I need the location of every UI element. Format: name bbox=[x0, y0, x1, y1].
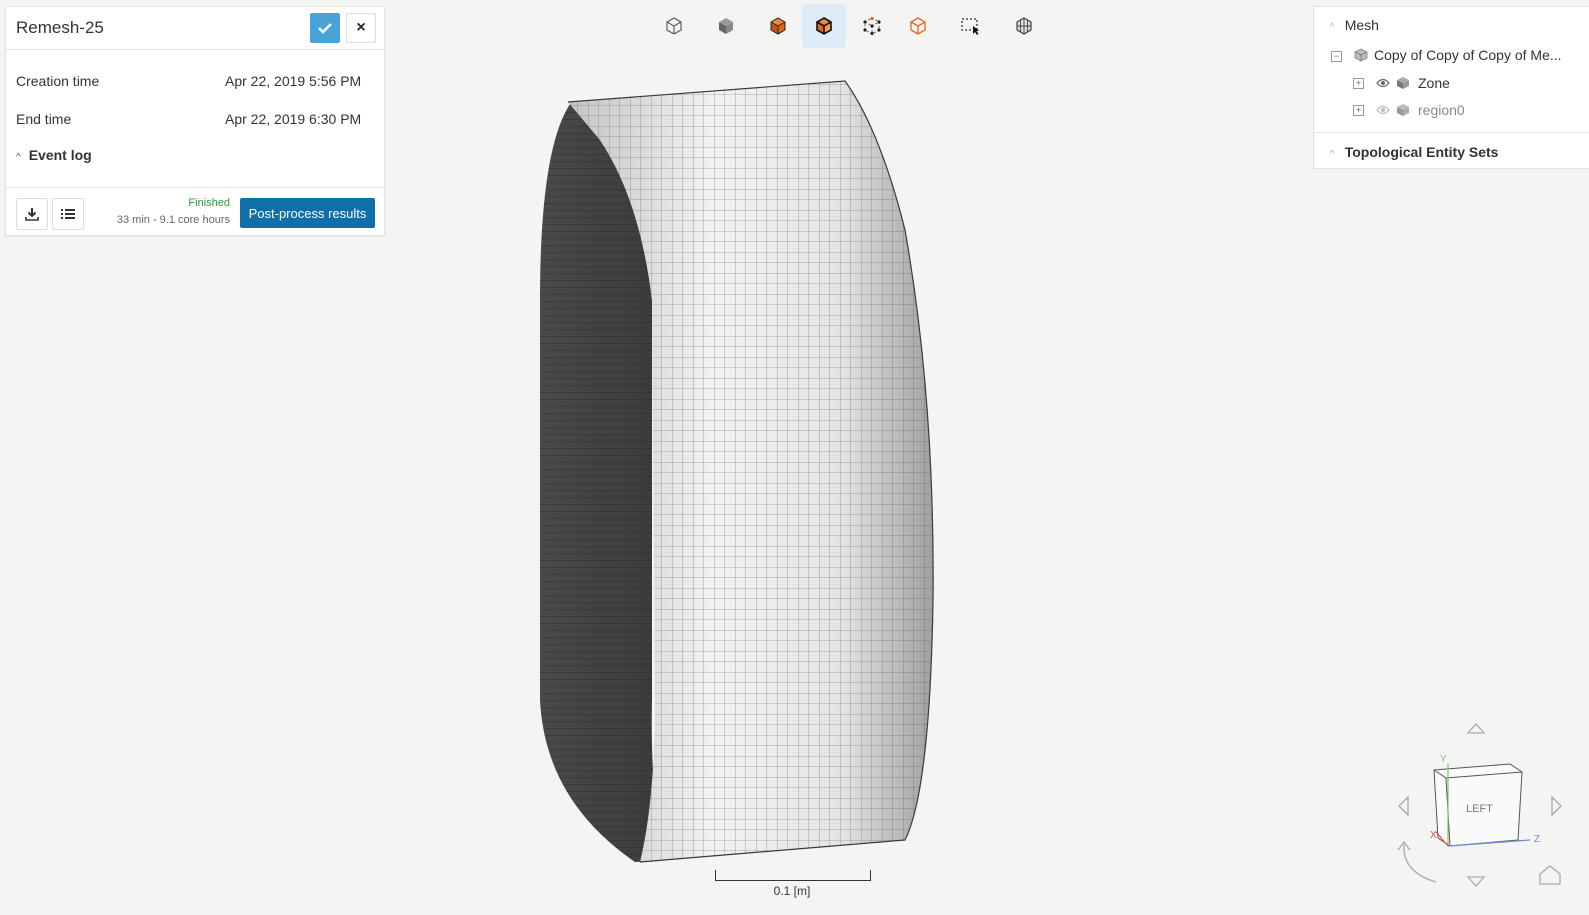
tree-root-item[interactable]: Copy of Copy of Copy of Me... bbox=[1354, 47, 1562, 63]
end-time-value: Apr 22, 2019 6:30 PM bbox=[225, 111, 362, 127]
home-icon bbox=[1539, 865, 1561, 885]
arrow-left-icon bbox=[1398, 795, 1409, 817]
job-header: Remesh-25 × bbox=[6, 7, 384, 50]
creation-time-label: Creation time bbox=[16, 73, 100, 89]
orange-edges-cube-icon bbox=[816, 17, 832, 35]
caret-up-icon: ^ bbox=[1330, 22, 1335, 33]
status-badge: Finished bbox=[188, 197, 230, 209]
event-log-toggle[interactable]: ^ Event log bbox=[16, 147, 92, 163]
caret-up-icon: ^ bbox=[16, 152, 21, 163]
caret-up-icon: ^ bbox=[1330, 149, 1335, 160]
axis-y-label: Y bbox=[1440, 754, 1447, 765]
orange-solid-view-button[interactable] bbox=[756, 4, 800, 48]
vertices-cube-icon bbox=[863, 17, 881, 35]
tree-item-zone[interactable]: Zone bbox=[1376, 75, 1450, 91]
solid-cube-icon bbox=[719, 18, 733, 34]
eye-icon[interactable] bbox=[1376, 77, 1390, 89]
post-process-button[interactable]: Post-process results bbox=[240, 198, 375, 228]
rotate-arrow-icon bbox=[1403, 843, 1437, 883]
mesh-settings-button[interactable] bbox=[1002, 4, 1046, 48]
wireframe-view-button[interactable] bbox=[652, 4, 696, 48]
confirm-button[interactable] bbox=[310, 13, 340, 43]
box-select-icon bbox=[961, 18, 979, 35]
expand-toggle-region0[interactable]: + bbox=[1353, 105, 1364, 116]
end-time-row: End time Apr 22, 2019 6:30 PM bbox=[16, 111, 361, 127]
vertices-view-button[interactable] bbox=[850, 4, 894, 48]
tree-item-label: Zone bbox=[1418, 75, 1450, 91]
box-select-button[interactable] bbox=[948, 4, 992, 48]
close-icon: × bbox=[356, 19, 366, 36]
volume-cube-icon bbox=[1397, 77, 1409, 89]
list-button[interactable] bbox=[52, 198, 84, 230]
collapse-toggle-root[interactable]: − bbox=[1331, 51, 1342, 62]
orange-solid-cube-icon bbox=[770, 17, 786, 35]
status-detail: 33 min - 9.1 core hours bbox=[116, 214, 230, 226]
end-time-label: End time bbox=[16, 111, 72, 127]
download-icon bbox=[25, 208, 39, 221]
wireframe-cube-icon bbox=[666, 17, 682, 35]
outline-view-button[interactable] bbox=[896, 4, 940, 48]
tree-root-label: Copy of Copy of Copy of Me... bbox=[1374, 47, 1562, 63]
job-panel: Remesh-25 × Creation time Apr 22, 2019 5… bbox=[5, 6, 385, 236]
orange-outline-cube-icon bbox=[910, 17, 926, 35]
arrow-down-icon bbox=[1466, 876, 1486, 887]
job-title: Remesh-25 bbox=[16, 18, 104, 37]
tree-item-label: region0 bbox=[1418, 102, 1465, 118]
mesh-tree-panel: ^ Mesh − Copy of Copy of Copy of Me... + … bbox=[1313, 6, 1589, 169]
job-footer: Finished 33 min - 9.1 core hours Post-pr… bbox=[6, 187, 384, 236]
axis-z-label: Z bbox=[1534, 834, 1540, 845]
axis-x-label: X bbox=[1430, 830, 1437, 841]
scale-label: 0.1 [m] bbox=[773, 884, 811, 898]
volume-cube-icon bbox=[1397, 104, 1409, 116]
edges-view-button[interactable] bbox=[802, 4, 846, 48]
topological-sets-header[interactable]: ^ Topological Entity Sets bbox=[1330, 144, 1498, 160]
mesh-inner-surface bbox=[540, 104, 665, 862]
divider bbox=[1314, 132, 1589, 133]
eye-icon[interactable] bbox=[1376, 104, 1390, 116]
mesh-section-header[interactable]: ^ Mesh bbox=[1330, 17, 1379, 33]
arrow-up-icon bbox=[1466, 723, 1486, 734]
topological-sets-label: Topological Entity Sets bbox=[1344, 144, 1499, 160]
event-log-label: Event log bbox=[28, 147, 92, 163]
tree-item-region0[interactable]: region0 bbox=[1376, 102, 1465, 118]
creation-time-value: Apr 22, 2019 5:56 PM bbox=[225, 73, 362, 89]
solid-view-button[interactable] bbox=[704, 4, 748, 48]
list-icon bbox=[61, 209, 75, 219]
expand-toggle-zone[interactable]: + bbox=[1353, 78, 1364, 89]
check-icon bbox=[318, 23, 332, 34]
mesh-section-label: Mesh bbox=[1344, 17, 1379, 33]
geometry-assembly-icon bbox=[1354, 48, 1368, 62]
scale-bar bbox=[715, 870, 871, 881]
download-button[interactable] bbox=[16, 198, 48, 230]
mesh-settings-icon bbox=[1016, 17, 1032, 35]
view-cube-face-label: LEFT bbox=[1466, 803, 1493, 815]
close-button[interactable]: × bbox=[346, 13, 376, 43]
creation-time-row: Creation time Apr 22, 2019 5:56 PM bbox=[16, 73, 361, 89]
arrow-right-icon bbox=[1551, 795, 1562, 817]
mesh-outer-surface bbox=[568, 81, 934, 862]
